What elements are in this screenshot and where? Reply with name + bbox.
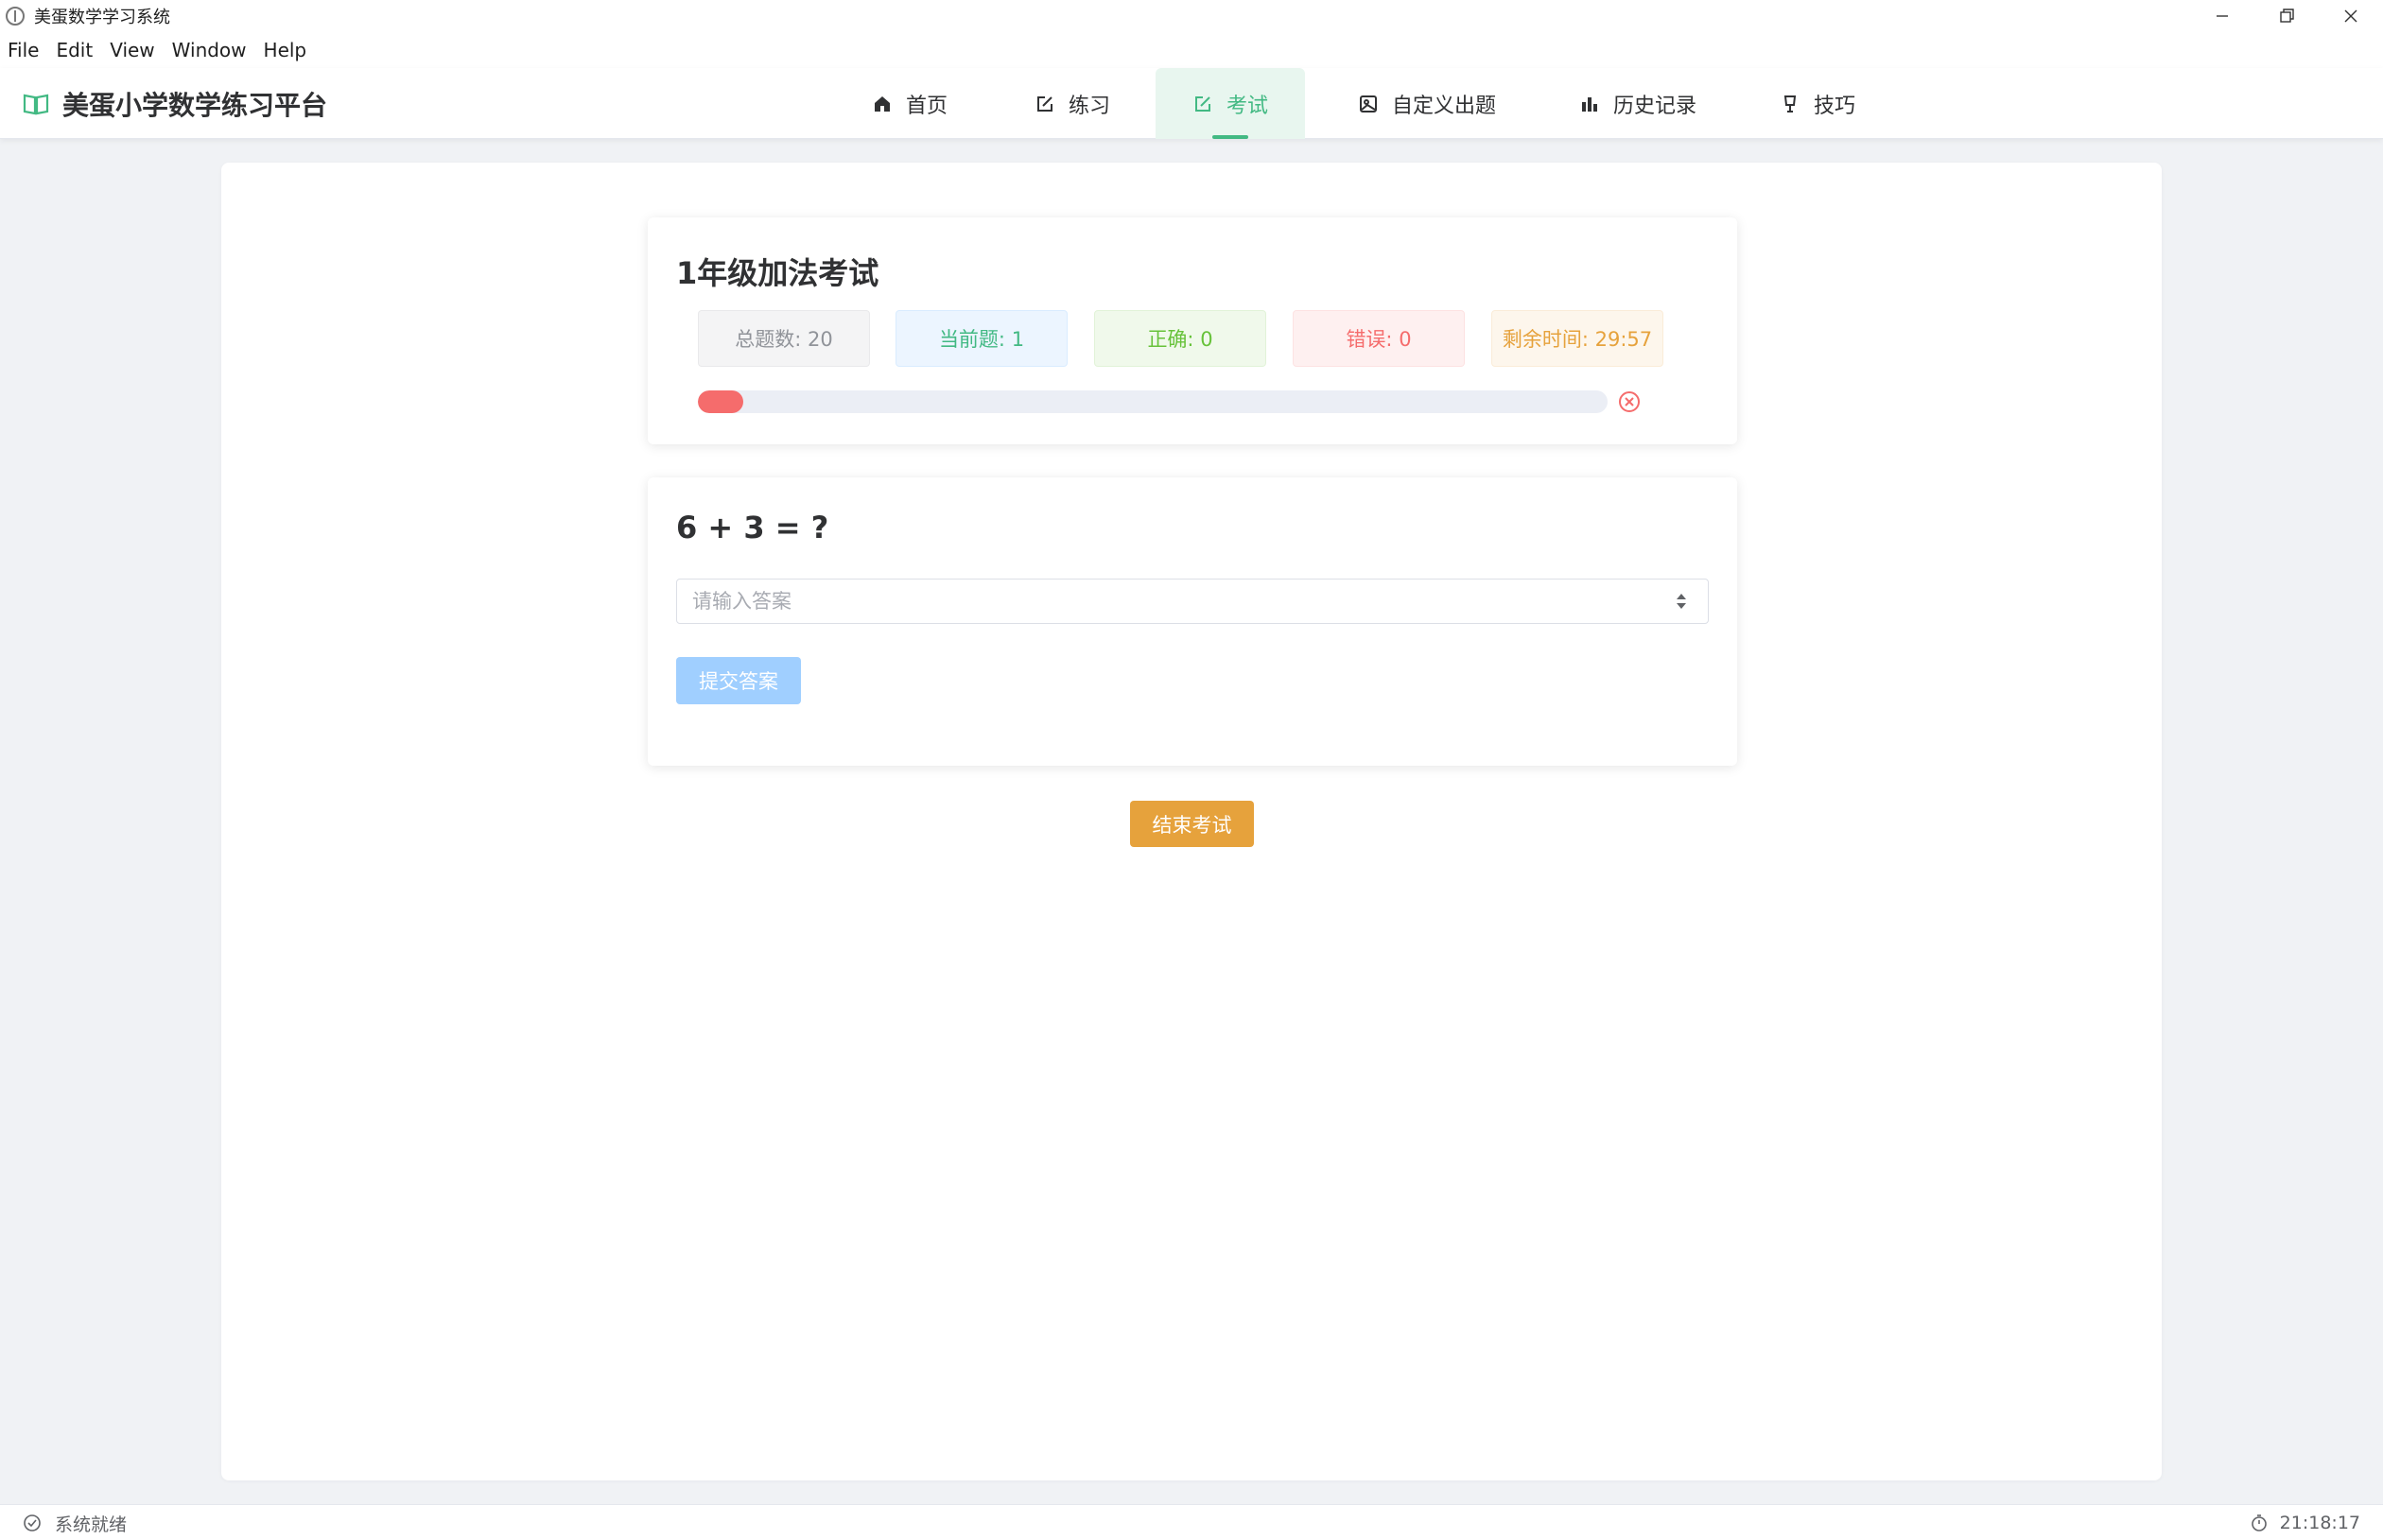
active-tab-indicator <box>1212 135 1248 139</box>
menu-view[interactable]: View <box>110 39 154 61</box>
title-bar: 美蛋数学学习系统 <box>0 0 2383 32</box>
submit-answer-button[interactable]: 提交答案 <box>676 657 801 704</box>
exam-info-panel: 1年级加法考试 总题数: 20 当前题: 1 正确: 0 错误: 0 剩余时间:… <box>648 217 1737 444</box>
stopwatch-icon <box>2251 1514 2267 1531</box>
total-questions-badge: 总题数: 20 <box>698 310 870 367</box>
nav-history[interactable]: 历史记录 <box>1579 68 1696 139</box>
brand: 美蛋小学数学练习平台 <box>23 68 327 139</box>
window-title: 美蛋数学学习系统 <box>34 8 170 27</box>
nav-exam-label: 考试 <box>1226 94 1268 118</box>
restore-button[interactable] <box>2254 0 2319 32</box>
status-left: 系统就绪 <box>23 1505 127 1540</box>
nav-tips[interactable]: 技巧 <box>1780 68 1855 139</box>
time-remaining-badge: 剩余时间: 29:57 <box>1491 310 1663 367</box>
close-window-button[interactable] <box>2319 0 2383 32</box>
minimize-button[interactable] <box>2190 0 2254 32</box>
menu-help[interactable]: Help <box>264 39 307 61</box>
nav-exam[interactable]: 考试 <box>1156 68 1305 139</box>
nav-practice[interactable]: 练习 <box>1035 68 1110 139</box>
restore-icon <box>2280 9 2294 23</box>
nav-tips-label: 技巧 <box>1814 94 1856 118</box>
nav-home[interactable]: 首页 <box>872 68 948 139</box>
minimize-icon <box>2217 15 2228 17</box>
status-bar: 系统就绪 21:18:17 <box>0 1504 2383 1540</box>
bar-chart-icon <box>1582 96 1597 112</box>
book-icon <box>23 94 49 114</box>
status-right: 21:18:17 <box>2250 1505 2360 1540</box>
lamp-icon <box>1783 95 1797 112</box>
menu-file[interactable]: File <box>8 39 39 61</box>
edit-icon <box>1194 95 1210 112</box>
current-question-badge: 当前题: 1 <box>896 310 1068 367</box>
app-header: 首页 练习 考试 自定义出题 历史记录 技巧 美蛋小学数学练习平台 <box>0 68 2383 139</box>
picture-icon <box>1360 95 1377 112</box>
nav-custom-questions[interactable]: 自定义出题 <box>1358 68 1496 139</box>
main-nav: 首页 练习 考试 自定义出题 历史记录 技巧 <box>0 68 2383 139</box>
menu-bar: File Edit View Window Help <box>0 32 2383 68</box>
question-panel: 6 + 3 = ? 提交答案 <box>648 477 1737 766</box>
menu-edit[interactable]: Edit <box>56 39 93 61</box>
nav-history-label: 历史记录 <box>1613 94 1697 118</box>
brand-title: 美蛋小学数学练习平台 <box>62 89 328 121</box>
nav-custom-questions-label: 自定义出题 <box>1392 94 1497 118</box>
exam-title: 1年级加法考试 <box>676 255 879 291</box>
app-icon <box>6 7 25 26</box>
correct-count-badge: 正确: 0 <box>1094 310 1266 367</box>
wrong-count-badge: 错误: 0 <box>1293 310 1465 367</box>
circle-check-icon <box>24 1514 41 1531</box>
circle-close-icon <box>1619 391 1640 412</box>
nav-home-label: 首页 <box>906 94 948 118</box>
end-exam-button[interactable]: 结束考试 <box>1130 801 1254 847</box>
close-icon <box>2344 9 2357 23</box>
question-text: 6 + 3 = ? <box>676 510 829 545</box>
menu-window[interactable]: Window <box>172 39 247 61</box>
exam-progress-bar <box>698 390 1608 413</box>
home-icon <box>875 95 890 112</box>
status-clock: 21:18:17 <box>2279 1513 2360 1533</box>
nav-practice-label: 练习 <box>1069 94 1111 118</box>
number-stepper-icon[interactable] <box>1669 589 1694 614</box>
exam-progress-fill <box>698 390 744 413</box>
window-controls <box>2190 0 2383 32</box>
status-text: 系统就绪 <box>55 1514 128 1535</box>
edit-icon <box>1037 95 1052 112</box>
answer-input[interactable] <box>676 579 1709 624</box>
